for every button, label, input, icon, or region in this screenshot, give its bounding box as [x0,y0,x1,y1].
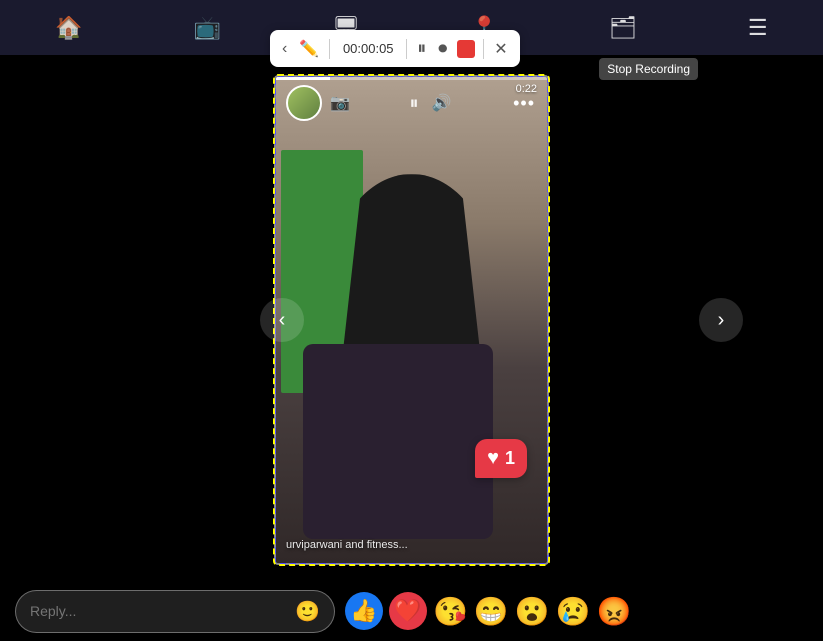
story-progress-fill [276,77,330,80]
like-badge: ♥ 1 [475,439,527,478]
edit-button[interactable]: ✏️ [297,37,321,61]
close-button[interactable]: ✕ [492,37,509,61]
reply-input-container: 🙂 [15,590,335,633]
kiss-reaction-button[interactable]: 😘 [433,595,468,628]
story-card: 📷 ⏸ 🔊 ••• 0:22 ♥ 1 urviparwani and fitne… [274,75,549,565]
recording-toolbar: ‹ ✏️ 00:00:05 ⏸ ⏺ ✕ [270,30,520,67]
like-reaction-button[interactable]: 👍 [345,592,383,630]
divider-2 [406,39,407,59]
heart-reaction-icon: ❤️ [394,598,421,624]
emoji-picker-button[interactable]: 🙂 [295,599,320,624]
story-username: urviparwani and fitness... [286,539,408,551]
content-area: ‹ 📷 ⏸ 🔊 ••• 0:22 ♥ 1 urviparwa [0,55,823,585]
like-count: 1 [505,448,515,469]
angry-reaction-button[interactable]: 😡 [597,595,632,628]
heart-icon: ♥ [487,447,499,470]
pause-button[interactable]: ⏸ [415,36,428,61]
divider-1 [329,39,330,59]
thumbs-up-icon: 👍 [350,598,377,624]
story-image [276,77,547,563]
sad-reaction-button[interactable]: 😢 [556,595,591,628]
story-progress-bar [276,77,547,80]
bottom-bar: 🙂 👍 ❤️ 😘 😁 😮 😢 😡 [0,581,823,641]
stop-tooltip-text: Stop Recording [607,62,690,76]
story-header: 📷 ⏸ 🔊 ••• [276,77,547,129]
tv-icon[interactable]: 📺 [192,13,223,43]
prev-story-button[interactable]: ‹ [260,298,304,342]
reply-input[interactable] [30,603,287,619]
stop-button[interactable] [457,40,475,58]
story-volume-button[interactable]: 🔊 [430,91,454,115]
home-icon[interactable]: 🏠 [53,13,84,43]
layers-icon[interactable]: 🗂 [607,13,639,43]
reactions-bar: 👍 ❤️ 😘 😁 😮 😢 😡 [345,592,631,630]
story-pause-button[interactable]: ⏸ [408,91,422,116]
menu-icon[interactable]: ☰ [746,13,770,43]
record-button[interactable]: ⏺ [436,36,449,61]
story-camera-icon: 📷 [330,93,350,113]
recording-timer: 00:00:05 [338,41,398,56]
person-bottom [303,344,493,538]
love-reaction-button[interactable]: ❤️ [389,592,427,630]
wow-reaction-button[interactable]: 😮 [515,595,550,628]
avatar [286,85,322,121]
divider-3 [483,39,484,59]
story-timestamp: 0:22 [516,83,537,95]
stop-recording-tooltip: Stop Recording [599,58,698,80]
next-story-button[interactable]: › [699,298,743,342]
back-button[interactable]: ‹ [280,38,289,60]
laugh-reaction-button[interactable]: 😁 [474,595,509,628]
